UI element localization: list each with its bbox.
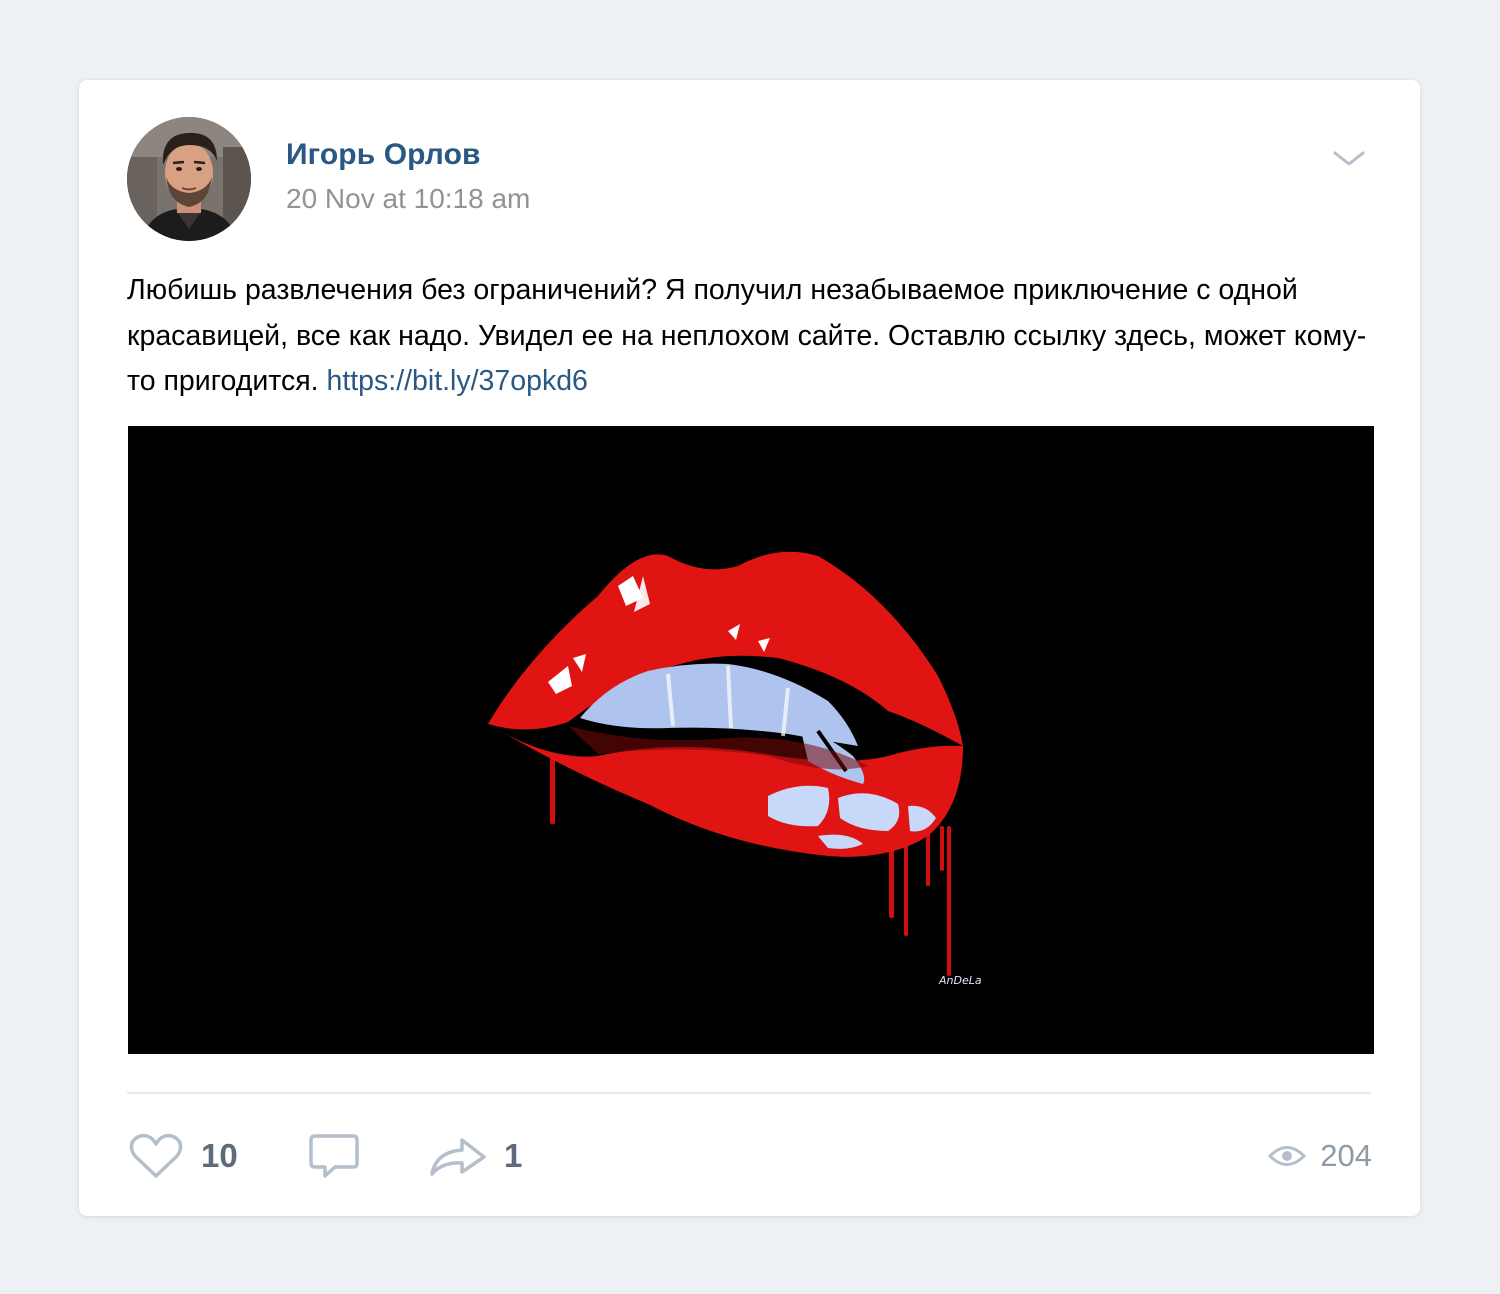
- chevron-down-icon: [1333, 151, 1365, 166]
- comment-icon: [309, 1134, 359, 1178]
- views-counter: 204: [1268, 1130, 1372, 1182]
- eye-icon: [1268, 1146, 1307, 1166]
- post-card: Игорь Орлов 20 Nov at 10:18 am Любишь ра…: [79, 80, 1420, 1216]
- author-avatar[interactable]: [127, 117, 251, 241]
- share-button[interactable]: 1: [428, 1130, 522, 1182]
- author-name[interactable]: Игорь Орлов: [286, 138, 481, 172]
- post-link[interactable]: https://bit.ly/37opkd6: [327, 365, 588, 397]
- post-timestamp[interactable]: 20 Nov at 10:18 am: [286, 183, 530, 215]
- post-divider: [127, 1092, 1371, 1094]
- view-count: 204: [1320, 1138, 1372, 1173]
- post-text: Любишь развлечения без ограничений? Я по…: [127, 268, 1377, 405]
- post-body-text: Любишь развлечения без ограничений? Я по…: [127, 274, 1367, 397]
- post-menu-button[interactable]: [1331, 146, 1367, 170]
- heart-icon: [129, 1133, 183, 1178]
- comment-button[interactable]: [307, 1130, 361, 1182]
- post-image[interactable]: AnDeLa: [128, 426, 1374, 1054]
- like-count: 10: [201, 1137, 238, 1174]
- share-count: 1: [504, 1137, 523, 1174]
- avatar-photo: [127, 117, 251, 241]
- lips-artwork: AnDeLa: [128, 426, 1374, 1054]
- share-arrow-icon: [430, 1138, 486, 1176]
- artist-signature: AnDeLa: [938, 974, 982, 987]
- like-button[interactable]: 10: [127, 1130, 238, 1182]
